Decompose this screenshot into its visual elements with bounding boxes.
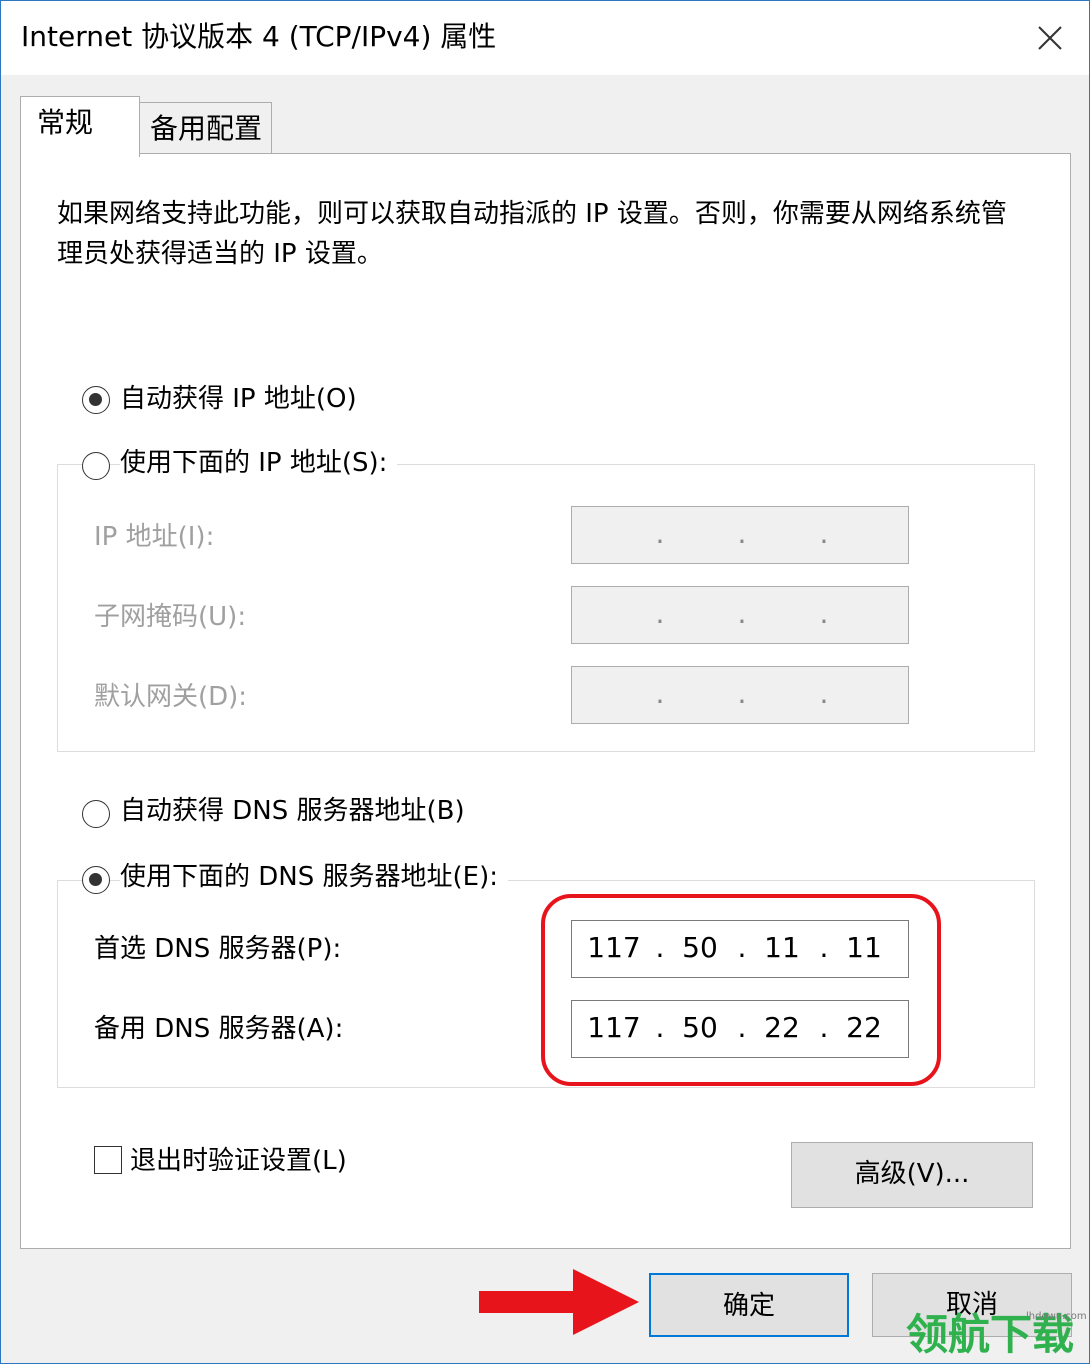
alternate-dns-label: 备用 DNS 服务器(A): — [94, 1014, 344, 1044]
auto-dns-radio[interactable] — [82, 800, 110, 828]
validate-on-exit-checkbox[interactable] — [94, 1146, 122, 1174]
auto-ip-label[interactable]: 自动获得 IP 地址(O) — [120, 382, 357, 416]
window-title: Internet 协议版本 4 (TCP/IPv4) 属性 — [21, 20, 497, 53]
watermark-url: lhdown.com — [1026, 1311, 1087, 1322]
subnet-mask-input[interactable]: ... — [571, 586, 909, 644]
ip-address-input[interactable]: ... — [571, 506, 909, 564]
watermark-logo: 领航下载 lhdown.com — [906, 1309, 1087, 1363]
subnet-mask-label: 子网掩码(U): — [94, 602, 247, 632]
auto-ip-radio[interactable] — [82, 386, 110, 414]
default-gateway-label: 默认网关(D): — [94, 682, 248, 712]
manual-ip-label[interactable]: 使用下面的 IP 地址(S): — [120, 446, 398, 480]
auto-dns-label[interactable]: 自动获得 DNS 服务器地址(B) — [120, 794, 465, 828]
close-button[interactable] — [1021, 13, 1079, 65]
title-bar: Internet 协议版本 4 (TCP/IPv4) 属性 — [1, 1, 1089, 75]
manual-dns-radio[interactable] — [82, 866, 110, 894]
tab-general[interactable]: 常规 — [20, 96, 140, 157]
dns-highlight-annotation — [541, 894, 941, 1086]
dialog-window: Internet 协议版本 4 (TCP/IPv4) 属性 常规 备用配置 如果… — [0, 0, 1090, 1364]
close-icon — [1038, 26, 1062, 50]
validate-on-exit-label[interactable]: 退出时验证设置(L) — [130, 1144, 347, 1178]
advanced-button[interactable]: 高级(V)... — [791, 1142, 1033, 1208]
tab-alternate-configuration[interactable]: 备用配置 — [138, 102, 272, 153]
default-gateway-input[interactable]: ... — [571, 666, 909, 724]
tab-general-label: 常规 — [37, 106, 94, 139]
tab-alternate-label: 备用配置 — [150, 112, 263, 145]
general-panel: 如果网络支持此功能，则可以获取自动指派的 IP 设置。否则，你需要从网络系统管理… — [20, 153, 1071, 1249]
description-text: 如果网络支持此功能，则可以获取自动指派的 IP 设置。否则，你需要从网络系统管理… — [57, 199, 1007, 269]
manual-ip-radio[interactable] — [82, 452, 110, 480]
ip-address-label: IP 地址(I): — [94, 522, 215, 552]
ok-button[interactable]: 确定 — [649, 1273, 849, 1337]
arrow-annotation — [479, 1269, 641, 1335]
manual-dns-label[interactable]: 使用下面的 DNS 服务器地址(E): — [120, 860, 508, 894]
preferred-dns-label: 首选 DNS 服务器(P): — [94, 934, 342, 964]
red-arrow-icon — [479, 1269, 639, 1335]
